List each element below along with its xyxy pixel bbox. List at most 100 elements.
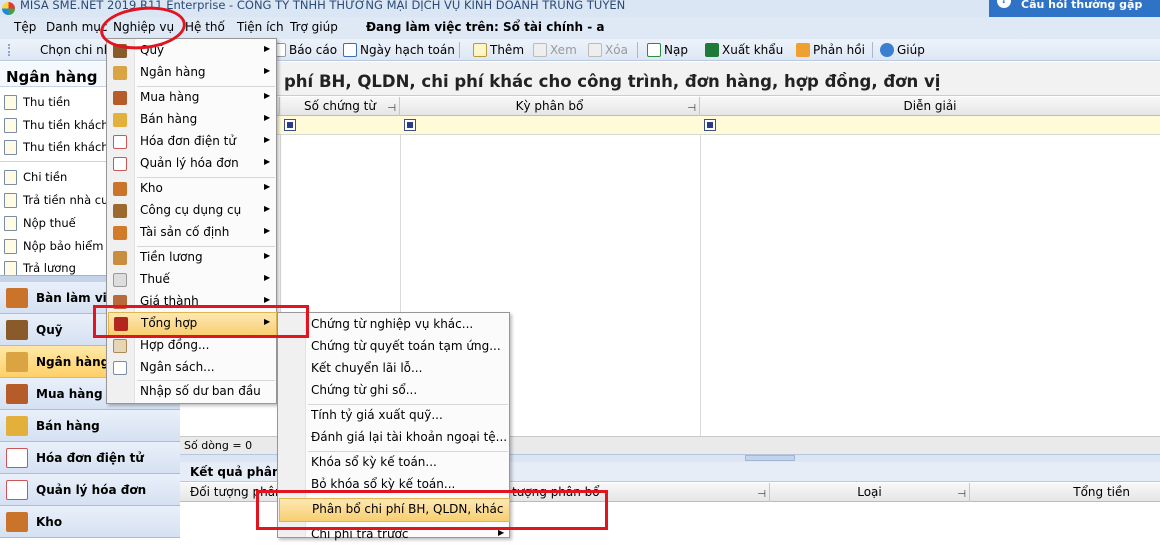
pin-icon[interactable]: ⊣ (957, 485, 966, 502)
help-button[interactable]: Giúp (880, 41, 925, 59)
menu-item-tools[interactable]: Công cụ dụng cụ ▶ (108, 200, 277, 222)
page-title: phí BH, QLDN, chi phí khác cho công trìn… (180, 62, 1160, 96)
left-item-receipt[interactable]: Thu tiền (4, 92, 70, 112)
posting-date-label: Ngày hạch toán (360, 43, 455, 57)
bank-icon (6, 351, 28, 372)
submenu-item-lock-period[interactable]: Khóa sổ kỳ kế toán... (279, 452, 510, 474)
menu-item-opening-balance[interactable]: Nhập số dư ban đầu (108, 381, 277, 403)
cart-icon (6, 383, 28, 404)
submenu-arrow-icon: ▶ (264, 44, 271, 53)
left-item-receipt-customer-1[interactable]: Thu tiền khách h (4, 115, 120, 135)
menu-item-label: Quản lý hóa đơn (140, 156, 239, 170)
menu-item-contract[interactable]: Hợp đồng... (108, 335, 277, 357)
menu-item-invoice-management[interactable]: Quản lý hóa đơn ▶ (108, 153, 277, 175)
col-voucher-no[interactable]: Số chứng từ ⊣ (280, 97, 400, 116)
col-allocation-period[interactable]: Kỳ phân bổ ⊣ (400, 97, 700, 116)
menu-item-label: Nhập số dư ban đầu (140, 384, 261, 398)
sales-icon (113, 113, 127, 127)
filter-period-icon[interactable] (404, 119, 416, 131)
pin-icon[interactable]: ⊣ (757, 485, 766, 502)
document-icon (4, 94, 17, 110)
submenu-item-profit-loss[interactable]: Kết chuyển lãi lỗ... (279, 358, 510, 380)
pin-icon[interactable]: ⊣ (387, 99, 396, 116)
left-item-receipt-customer-2[interactable]: Thu tiền khách (4, 137, 109, 157)
menu-item-sales[interactable]: Bán hàng ▶ (108, 109, 277, 131)
submenu-arrow-icon: ▶ (264, 226, 271, 235)
submenu-arrow-icon: ▶ (264, 157, 271, 166)
toolbar-grip[interactable] (8, 44, 11, 56)
mail-icon (796, 43, 810, 57)
document-icon (4, 169, 17, 185)
budget-icon (113, 361, 127, 375)
operations-menu: Quỹ ▶ Ngân hàng ▶ Mua hàng ▶ Bán hàng ▶ Hóa … (106, 38, 277, 404)
filter-description-icon[interactable] (704, 119, 716, 131)
menu-item-tax[interactable]: Thuế ▶ (108, 269, 277, 291)
menu-item-e-invoice[interactable]: Hóa đơn điện tử ▶ (108, 131, 277, 153)
document-icon (4, 117, 17, 133)
load-button[interactable]: Nạp (647, 41, 688, 59)
submenu-item-ledger-voucher[interactable]: Chứng từ ghi sổ... (279, 380, 510, 402)
misa-logo-icon (2, 2, 15, 15)
submenu-item-other-voucher[interactable]: Chứng từ nghiệp vụ khác... (279, 314, 510, 336)
menu-catalog[interactable]: Danh mục (46, 20, 108, 34)
house-icon (113, 226, 127, 240)
nav-sales[interactable]: Bán hàng (0, 410, 180, 442)
help-icon (880, 43, 894, 57)
submenu-item-advance-settlement[interactable]: Chứng từ quyết toán tạm ứng... (279, 336, 510, 358)
menu-item-fixed-assets[interactable]: Tài sản cố định ▶ (108, 222, 277, 244)
delete-button[interactable]: Xóa (588, 41, 628, 59)
menu-item-label: Ngân sách... (140, 360, 215, 374)
view-button[interactable]: Xem (533, 41, 577, 59)
cart-icon (113, 91, 127, 105)
submenu-arrow-icon: ▶ (264, 135, 271, 144)
sales-icon (6, 415, 28, 436)
submenu-item-revaluation[interactable]: Đánh giá lại tài khoản ngoại tệ... (279, 427, 510, 449)
left-item-label: Nộp thuế (23, 216, 76, 230)
left-item-pay-insurance[interactable]: Nộp bảo hiểm (4, 236, 103, 256)
warehouse-icon (113, 182, 127, 196)
nav-invoice-management[interactable]: Quản lý hóa đơn (0, 474, 180, 506)
splitter-knob[interactable] (745, 455, 795, 461)
menu-item-label: Hợp đồng... (140, 338, 210, 352)
col-type[interactable]: Loại ⊣ (770, 483, 970, 502)
submenu-item-label: Tính tỷ giá xuất quỹ... (311, 408, 443, 422)
col-description[interactable]: Diễn giải (700, 97, 1160, 116)
menu-item-bank[interactable]: Ngân hàng ▶ (108, 62, 277, 84)
col-total[interactable]: Tổng tiền (970, 483, 1160, 502)
filter-voucher-icon[interactable] (284, 119, 296, 131)
choose-branch-button[interactable]: Chọn chi nh (40, 41, 111, 59)
export-label: Xuất khẩu (722, 43, 784, 57)
menu-item-budget[interactable]: Ngân sách... (108, 357, 277, 379)
menu-file[interactable]: Tệp (14, 20, 36, 34)
left-item-pay-supplier[interactable]: Trả tiền nhà cun (4, 190, 116, 210)
submenu-item-label: Kết chuyển lãi lỗ... (311, 361, 423, 375)
menu-item-label: Hóa đơn điện tử (140, 134, 236, 148)
submenu-arrow-icon: ▶ (264, 91, 271, 100)
export-button[interactable]: Xuất khẩu (705, 41, 783, 59)
menu-utilities[interactable]: Tiện ích (237, 20, 284, 34)
e-invoice-icon (113, 135, 127, 149)
document-icon (4, 238, 17, 254)
menu-item-salary[interactable]: Tiền lương ▶ (108, 247, 277, 269)
feedback-button[interactable]: Phản hồi (796, 41, 865, 59)
report-button[interactable]: Báo cáo (272, 41, 337, 59)
posting-date-button[interactable]: Ngày hạch toán (343, 41, 455, 59)
nav-inventory[interactable]: Kho (0, 506, 180, 538)
document-icon (4, 192, 17, 208)
nav-label: Quỹ (36, 322, 63, 337)
add-button[interactable]: Thêm (473, 41, 524, 59)
submenu-item-label: Bỏ khóa sổ kỳ kế toán... (311, 477, 456, 491)
submenu-item-exchange-rate[interactable]: Tính tỷ giá xuất quỹ... (279, 405, 510, 427)
grid-filter-row (180, 116, 1160, 135)
menu-item-purchase[interactable]: Mua hàng ▶ (108, 87, 277, 109)
menu-item-label: Tài sản cố định (140, 225, 230, 239)
pin-icon[interactable]: ⊣ (687, 99, 696, 116)
invoice-icon (6, 479, 28, 500)
menu-help[interactable]: Trợ giúp (290, 20, 338, 34)
left-item-payment[interactable]: Chi tiền (4, 167, 67, 187)
menu-item-inventory[interactable]: Kho ▶ (108, 178, 277, 200)
submenu-item-label: Chứng từ ghi sổ... (311, 383, 418, 397)
left-item-pay-tax[interactable]: Nộp thuế (4, 213, 76, 233)
nav-e-invoice[interactable]: Hóa đơn điện tử (0, 442, 180, 474)
toolbar-separator (637, 42, 638, 58)
